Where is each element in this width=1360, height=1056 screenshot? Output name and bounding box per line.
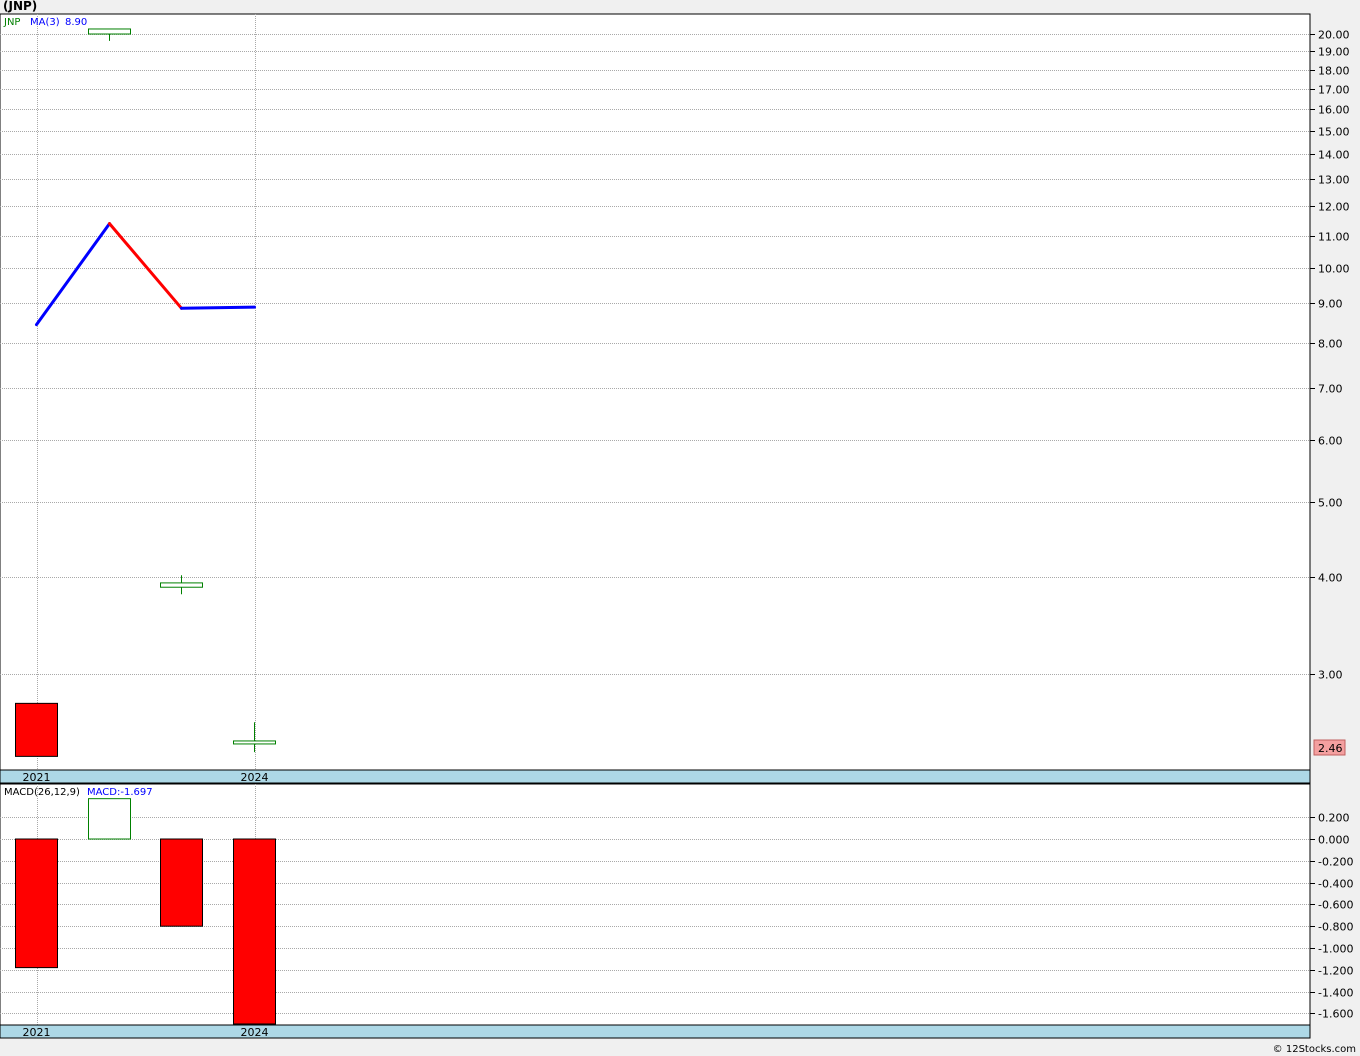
macd-tick-label: -0.400 bbox=[1318, 878, 1353, 891]
legend-ma-label: MA(3) bbox=[30, 17, 60, 28]
macd-tick-label: -1.400 bbox=[1318, 987, 1353, 1000]
price-tick-label: 7.00 bbox=[1318, 383, 1343, 396]
macd-x-label: 2021 bbox=[23, 1026, 51, 1039]
candle-body bbox=[160, 582, 203, 588]
price-x-label: 2024 bbox=[241, 771, 269, 784]
macd-legend-label: MACD(26,12,9) bbox=[4, 787, 80, 798]
price-tick-label: 18.00 bbox=[1318, 65, 1350, 78]
macd-tick-label: -1.200 bbox=[1318, 965, 1353, 978]
price-tick-label: 20.00 bbox=[1318, 29, 1350, 42]
macd-tick-label: -1.600 bbox=[1318, 1008, 1353, 1021]
price-tick-label: 8.00 bbox=[1318, 338, 1343, 351]
ma-segment bbox=[180, 305, 256, 310]
price-x-label: 2021 bbox=[23, 771, 51, 784]
price-panel bbox=[0, 13, 1311, 771]
macd-y-axis: 0.200 0.000 -0.200 -0.400 -0.600 -0.800 -1.000… bbox=[1310, 812, 1353, 1021]
macd-bar bbox=[15, 838, 58, 969]
price-tick-label: 3.00 bbox=[1318, 669, 1343, 682]
price-tick-label: 5.00 bbox=[1318, 497, 1343, 510]
price-y-axis: 3.00 4.00 5.00 6.00 7.00 8.00 9.00 10.00 11.00 12… bbox=[1310, 29, 1350, 682]
macd-tick-label: 0.000 bbox=[1318, 834, 1350, 847]
price-tick-label: 14.00 bbox=[1318, 149, 1350, 162]
price-tick-label: 10.00 bbox=[1318, 263, 1350, 276]
macd-tick-label: -1.000 bbox=[1318, 943, 1353, 956]
legend-ma-value: 8.90 bbox=[65, 17, 87, 28]
price-tick-label: 19.00 bbox=[1318, 46, 1350, 59]
price-tick-label: 9.00 bbox=[1318, 298, 1343, 311]
macd-tick-label: 0.200 bbox=[1318, 812, 1350, 825]
price-tick-label: 4.00 bbox=[1318, 572, 1343, 585]
price-tick-label: 16.00 bbox=[1318, 104, 1350, 117]
credit-text: © 12Stocks.com bbox=[1272, 1044, 1356, 1055]
macd-bar bbox=[88, 798, 131, 840]
macd-tick-label: -0.200 bbox=[1318, 856, 1353, 869]
macd-bar bbox=[160, 838, 203, 927]
chart-canvas: 3.00 4.00 5.00 6.00 7.00 8.00 9.00 10.00 11.00 12… bbox=[0, 13, 1353, 1039]
candle-body bbox=[233, 740, 276, 745]
legend-symbol: JNP bbox=[3, 17, 20, 28]
price-tick-label: 17.00 bbox=[1318, 84, 1350, 97]
price-tick-label: 11.00 bbox=[1318, 231, 1350, 244]
last-price-label: 2.46 bbox=[1318, 742, 1343, 755]
macd-tick-label: -0.800 bbox=[1318, 921, 1353, 934]
price-tick-label: 6.00 bbox=[1318, 435, 1343, 448]
price-date-bar bbox=[0, 769, 1311, 784]
macd-bar bbox=[233, 838, 276, 1025]
price-tick-label: 15.00 bbox=[1318, 126, 1350, 139]
macd-date-bar bbox=[0, 1024, 1311, 1039]
macd-x-label: 2024 bbox=[241, 1026, 269, 1039]
price-tick-label: 13.00 bbox=[1318, 174, 1350, 187]
macd-tick-label: -0.600 bbox=[1318, 899, 1353, 912]
macd-legend-value: MACD:-1.697 bbox=[87, 787, 153, 798]
price-tick-label: 12.00 bbox=[1318, 201, 1350, 214]
candle-body bbox=[88, 28, 131, 35]
candle-body bbox=[15, 702, 58, 757]
